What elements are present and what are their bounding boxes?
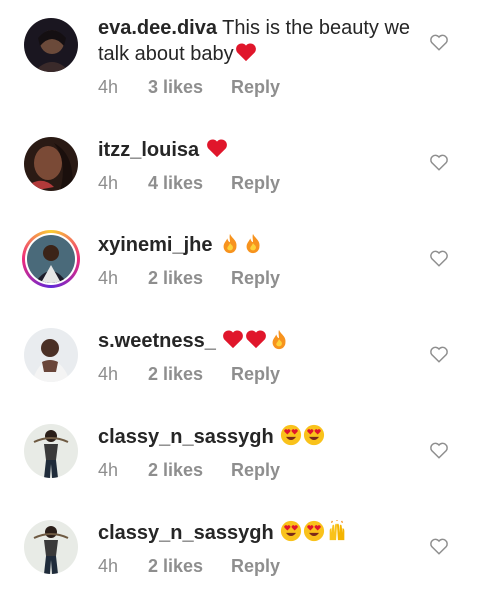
heart-eyes-icon	[280, 520, 302, 542]
timestamp: 4h	[98, 364, 119, 384]
comment-meta: 4h 2 likes Reply	[98, 460, 420, 481]
comment-text: eva.dee.diva This is the beauty we talk …	[98, 16, 420, 67]
reply-button[interactable]: Reply	[231, 364, 280, 385]
avatar[interactable]	[24, 328, 78, 382]
reply-button[interactable]: Reply	[231, 173, 280, 194]
likes-count[interactable]: 2 likes	[148, 460, 231, 481]
likes-count[interactable]: 2 likes	[148, 268, 231, 289]
timestamp: 4h	[98, 77, 119, 97]
likes-count[interactable]: 4 likes	[148, 173, 231, 194]
fire-icon	[219, 232, 241, 254]
likes-count[interactable]: 3 likes	[148, 77, 231, 98]
username-link[interactable]: xyinemi_jhe	[98, 234, 213, 256]
avatar[interactable]	[24, 424, 78, 478]
like-heart-icon[interactable]	[429, 441, 449, 459]
reply-button[interactable]: Reply	[231, 268, 280, 289]
avatar[interactable]	[24, 18, 78, 72]
like-heart-icon[interactable]	[429, 153, 449, 171]
reply-button[interactable]: Reply	[231, 77, 280, 98]
username-link[interactable]: eva.dee.diva	[98, 17, 217, 39]
comment-text: classy_n_sassygh	[98, 424, 420, 450]
timestamp: 4h	[98, 556, 119, 576]
comment-text: s.weetness_	[98, 328, 420, 354]
like-heart-icon[interactable]	[429, 537, 449, 555]
comment-meta: 4h 2 likes Reply	[98, 556, 420, 577]
username-link[interactable]: itzz_louisa	[98, 139, 199, 161]
timestamp: 4h	[98, 460, 119, 480]
avatar	[25, 233, 77, 285]
red-heart-icon	[222, 328, 244, 350]
like-heart-icon[interactable]	[429, 33, 449, 51]
like-heart-icon[interactable]	[429, 249, 449, 267]
avatar[interactable]	[24, 137, 78, 191]
username-link[interactable]: classy_n_sassygh	[98, 522, 274, 544]
like-heart-icon[interactable]	[429, 345, 449, 363]
comment-meta: 4h 4 likes Reply	[98, 173, 420, 194]
comment-text: xyinemi_jhe	[98, 232, 420, 258]
red-heart-icon	[206, 137, 228, 159]
comment-meta: 4h 2 likes Reply	[98, 268, 420, 289]
reply-button[interactable]: Reply	[231, 460, 280, 481]
heart-eyes-icon	[303, 424, 325, 446]
heart-eyes-icon	[303, 520, 325, 542]
red-heart-icon	[245, 328, 267, 350]
comment-text: itzz_louisa	[98, 137, 420, 163]
reply-button[interactable]: Reply	[231, 556, 280, 577]
red-heart-icon	[235, 41, 257, 63]
heart-eyes-icon	[280, 424, 302, 446]
username-link[interactable]: s.weetness_	[98, 330, 216, 352]
fire-icon	[242, 232, 264, 254]
timestamp: 4h	[98, 173, 119, 193]
avatar-story-ring[interactable]	[22, 230, 80, 288]
comment-meta: 4h 2 likes Reply	[98, 364, 420, 385]
likes-count[interactable]: 2 likes	[148, 556, 231, 577]
raised-hands-icon	[326, 520, 348, 542]
comment-meta: 4h 3 likes Reply	[98, 77, 420, 98]
fire-icon	[268, 328, 290, 350]
avatar[interactable]	[24, 520, 78, 574]
timestamp: 4h	[98, 268, 119, 288]
comment-text: classy_n_sassygh	[98, 520, 420, 546]
likes-count[interactable]: 2 likes	[148, 364, 231, 385]
username-link[interactable]: classy_n_sassygh	[98, 426, 274, 448]
